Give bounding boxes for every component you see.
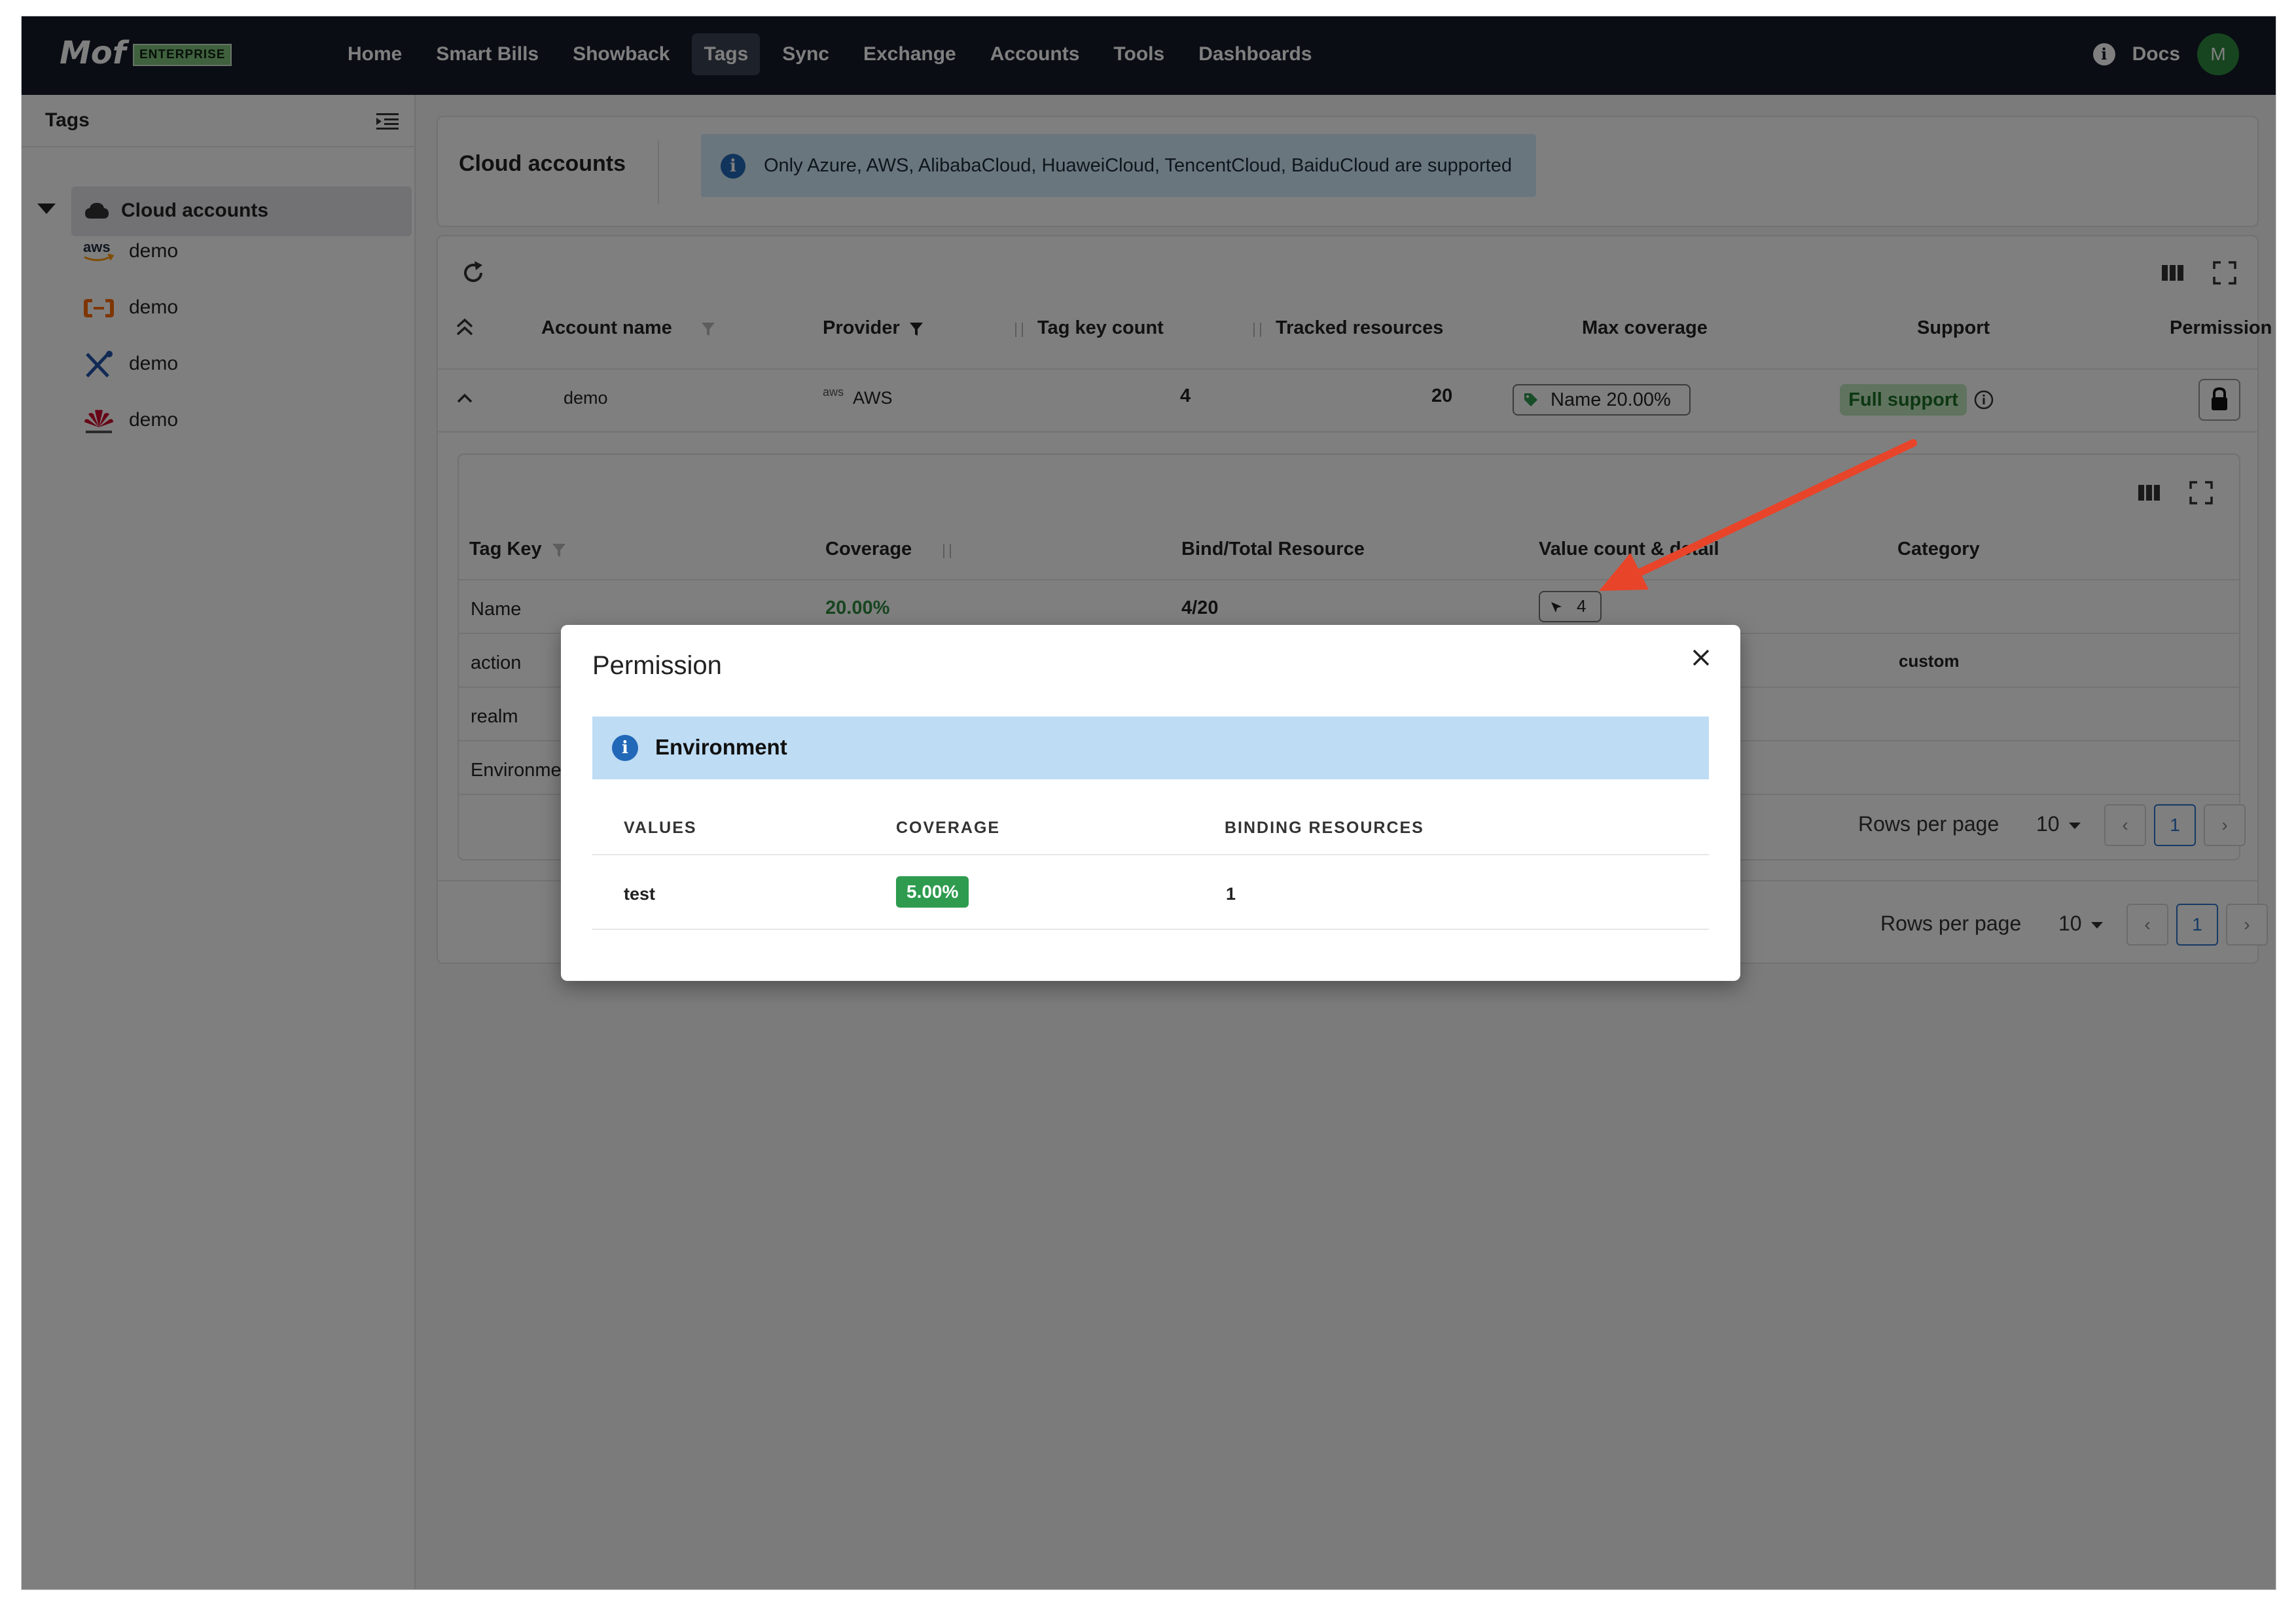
annotation-arrow [1599,439,1917,591]
app-window: Mof ENTERPRISE Home Smart Bills Showback… [21,16,2276,1590]
